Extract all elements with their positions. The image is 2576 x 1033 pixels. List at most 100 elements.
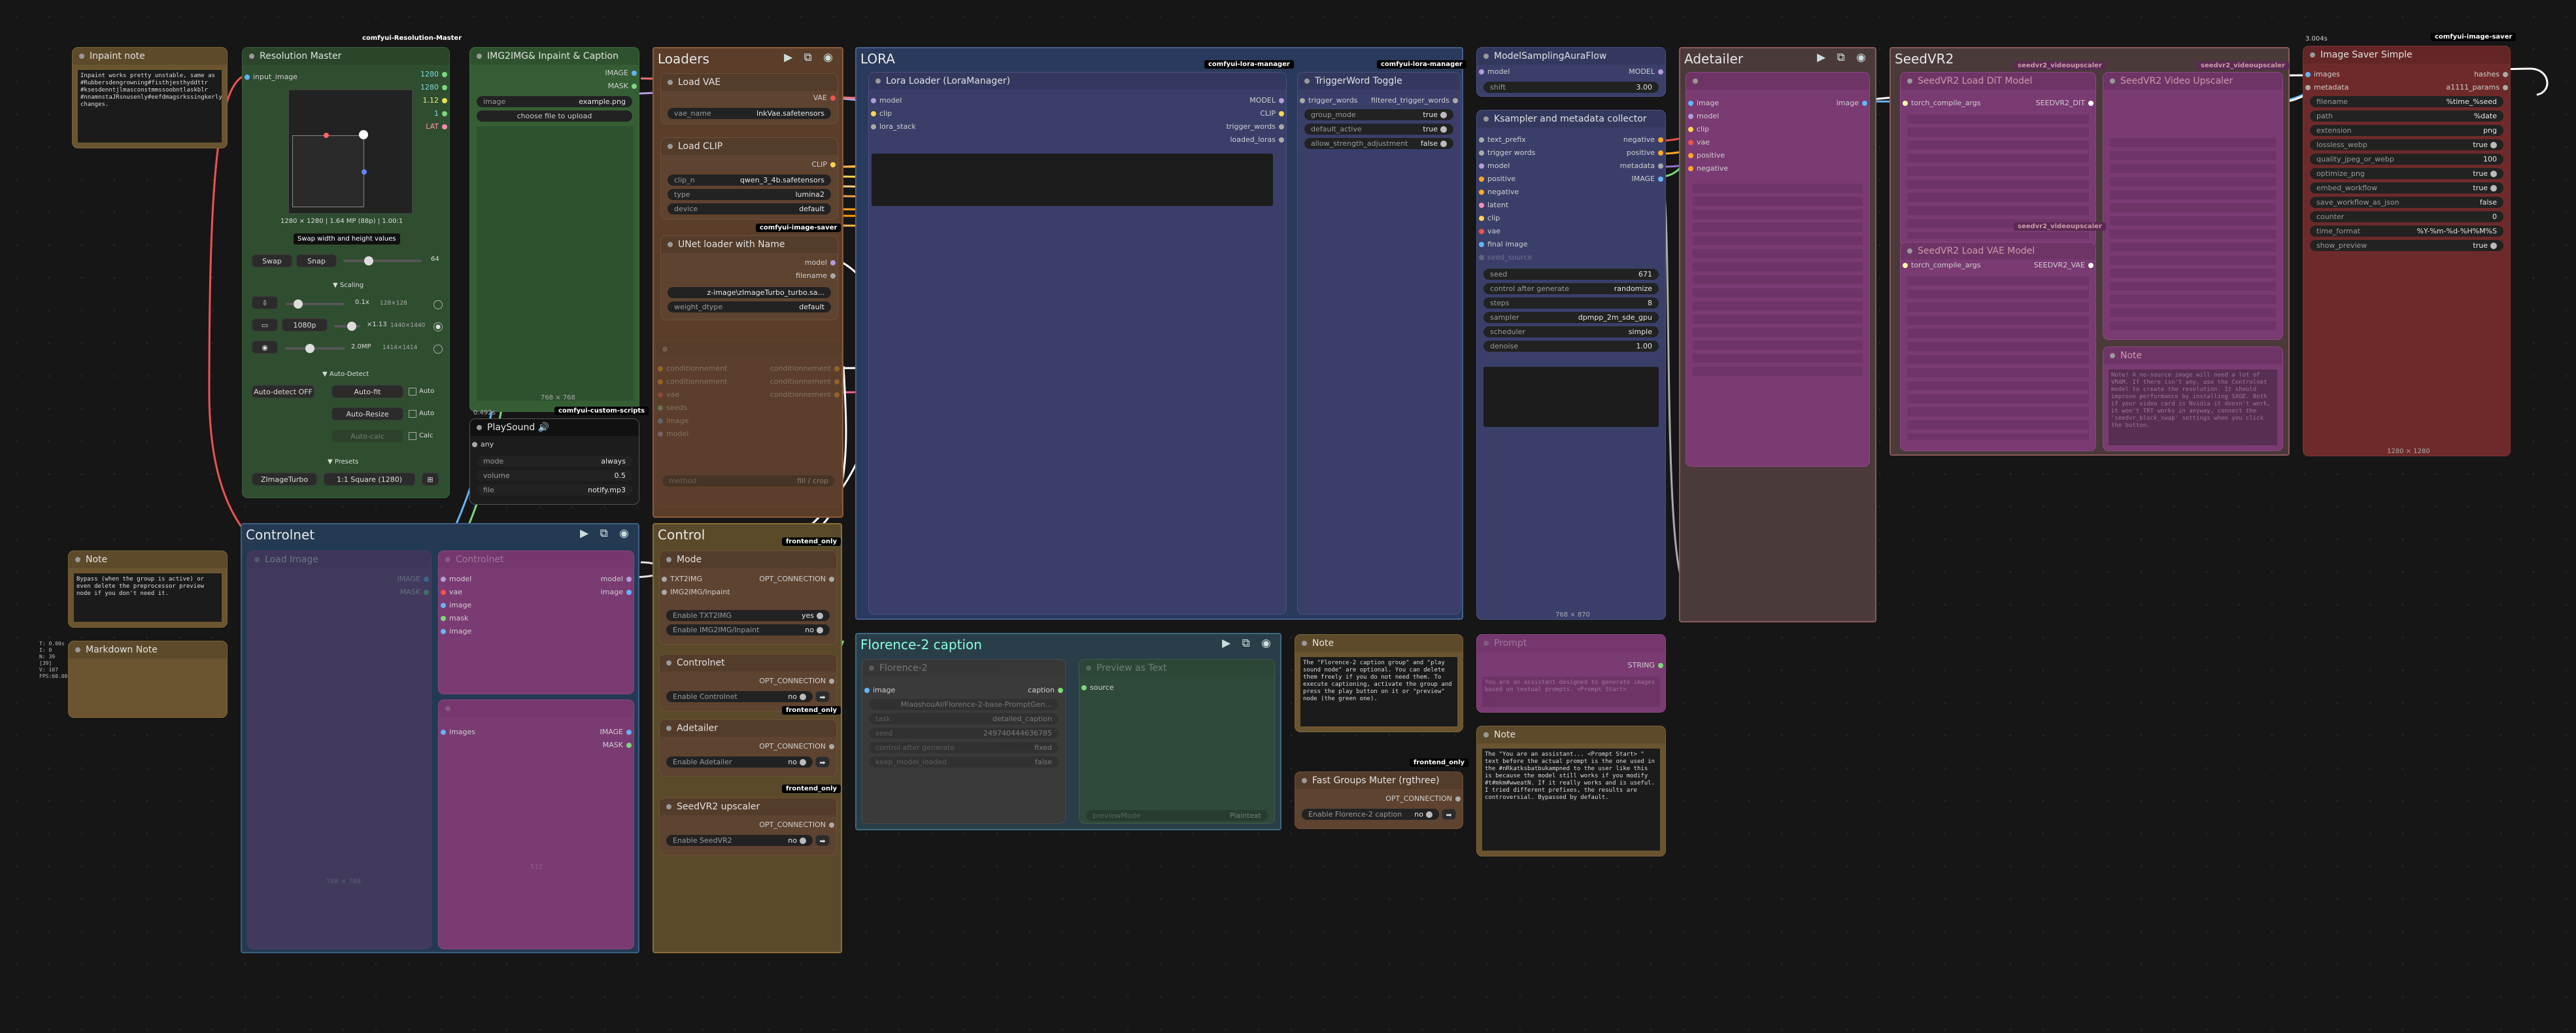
seedvr2-note-node[interactable]: Note Note! A no-source image will need a…	[2103, 347, 2283, 451]
preset-add-icon[interactable]: ⊞	[422, 473, 439, 486]
output-socket[interactable]: 1.12	[423, 96, 449, 105]
output-socket-filename[interactable]: filename	[796, 271, 836, 280]
input-socket[interactable]: torch_compile_args	[1902, 261, 1980, 270]
presets-header[interactable]: ▼ Presets	[328, 458, 358, 466]
output-socket[interactable]: SEEDVR2_DIT	[2036, 99, 2094, 108]
output-socket[interactable]: IMAGE	[1631, 175, 1664, 184]
input-socket-lora-stack[interactable]: lora_stack	[870, 122, 916, 131]
input-socket[interactable]: torch_compile_args	[1902, 99, 1980, 108]
mode-node[interactable]: Mode TXT2IMG IMG2IMG/Inpaint OPT_CONNECT…	[659, 550, 837, 645]
mode-select[interactable]: mode always	[477, 456, 632, 467]
output-socket-clip[interactable]: CLIP	[1260, 109, 1285, 118]
output-socket[interactable]: OPT_CONNECTION	[759, 742, 835, 751]
resolution-handle[interactable]	[359, 130, 368, 139]
ksampler-node[interactable]: Ksampler and metadata collector text_pre…	[1476, 110, 1666, 620]
swap-button[interactable]: Swap	[252, 254, 292, 267]
load-clip-node[interactable]: Load CLIP CLIP clip_n qwen_3_4b.safetenso…	[660, 137, 838, 220]
input-socket[interactable]: image	[440, 627, 471, 636]
output-socket[interactable]: IMAGE	[600, 728, 632, 737]
bypass-note-node[interactable]: Note Bypass (when the group is active) o…	[68, 550, 228, 628]
image-composite-node[interactable]: images IMAGE MASK 512	[438, 700, 634, 949]
auto1-checkbox[interactable]	[409, 388, 416, 396]
extension-select[interactable]: extension png	[2310, 125, 2503, 136]
output-socket-string[interactable]: STRING	[1628, 661, 1664, 670]
autodetect-header[interactable]: ▼ Auto-Detect	[322, 371, 369, 378]
control-after-generate-select[interactable]: control after generate randomize	[1483, 283, 1659, 294]
megapixel-slider[interactable]	[286, 344, 345, 353]
group-mode-toggle[interactable]: group_mode true	[1304, 109, 1453, 120]
group-controls-icon[interactable]: ▶ ⧉ ◉	[1817, 51, 1870, 64]
input-socket-image[interactable]: image	[864, 686, 895, 695]
resolution-master-node[interactable]: Resolution Master input_image 1280 1280 …	[242, 47, 450, 498]
output-socket-image[interactable]: IMAGE	[397, 575, 430, 584]
input-socket[interactable]: seeds	[657, 403, 687, 413]
input-socket[interactable]: text_prefix	[1478, 135, 1526, 144]
resolution-slider[interactable]	[334, 322, 360, 331]
snap-slider[interactable]	[343, 256, 422, 265]
note-text[interactable]: Bypass (when the group is active) or eve…	[74, 573, 222, 622]
seedvr2-upscaler-widgets[interactable]	[2110, 138, 2276, 334]
note-text[interactable]: The "Florence-2 caption group" and "play…	[1300, 657, 1457, 726]
unet-name-select[interactable]: z-image\zImageTurbo_turbo.sa...	[668, 287, 831, 298]
input-socket[interactable]: TXT2IMG	[661, 575, 702, 584]
controlnet-apply-node[interactable]: Controlnet model vae image mask image mo…	[438, 550, 634, 694]
output-socket-params[interactable]: a1111_params	[2446, 83, 2509, 92]
go-arrow-icon[interactable]: ➡	[1442, 809, 1456, 820]
seedvr2-dit-widgets[interactable]	[1907, 114, 2089, 239]
input-socket[interactable]: image	[1687, 99, 1719, 108]
output-socket-trigger[interactable]: trigger_words	[1227, 122, 1285, 131]
input-socket[interactable]: trigger words	[1478, 148, 1535, 158]
volume-input[interactable]: volume 0.5	[477, 470, 632, 481]
input-socket[interactable]: positive	[1687, 151, 1725, 160]
output-socket[interactable]: 1280	[420, 70, 448, 79]
adetailer-node[interactable]: image model clip vae positive negative i…	[1686, 72, 1870, 467]
seedvr2-upscaler-node[interactable]: SeedVR2 Video Upscaler	[2103, 72, 2283, 340]
type-select[interactable]: type lumina2	[668, 189, 831, 200]
florence-model-select[interactable]: MiaoshouAI/Florence-2-base-PromptGen...	[869, 699, 1059, 710]
scale-slider[interactable]	[286, 299, 345, 309]
filename-input[interactable]: filename %time_%seed	[2310, 96, 2503, 107]
output-socket-caption[interactable]: caption	[1028, 686, 1064, 695]
input-socket[interactable]: vae	[440, 588, 462, 597]
input-socket[interactable]: conditionnement	[657, 364, 727, 373]
steps-input[interactable]: steps 8	[1483, 297, 1659, 309]
lossless-webp-toggle[interactable]: lossless_webp true	[2310, 139, 2503, 150]
unet-loader-node[interactable]: UNet loader with Name model filename z-i…	[660, 235, 838, 320]
florence-seed-input[interactable]: seed 249740444636785	[869, 728, 1059, 739]
output-socket-clip[interactable]: CLIP	[811, 160, 836, 169]
output-socket-hashes[interactable]: hashes	[2474, 70, 2509, 79]
input-socket[interactable]: model	[1478, 161, 1510, 171]
output-socket-mask[interactable]: MASK	[400, 588, 430, 597]
input-socket-metadata[interactable]: metadata	[2305, 83, 2348, 92]
switch-node[interactable]: conditionnement conditionnement vae seed…	[655, 340, 842, 507]
output-socket-image[interactable]: image	[1837, 99, 1868, 108]
output-socket[interactable]: image	[601, 588, 632, 597]
default-active-toggle[interactable]: default_active true	[1304, 124, 1453, 135]
output-socket[interactable]: conditionnement	[770, 364, 840, 373]
autodetect-toggle[interactable]: Auto-detect OFF	[252, 385, 314, 398]
controlnet-switch-node[interactable]: Controlnet OPT_CONNECTION Enable Control…	[659, 654, 837, 711]
preset-select[interactable]: 1:1 Square (1280)	[324, 473, 415, 486]
scaling-header[interactable]: ▼ Scaling	[333, 282, 364, 289]
input-socket[interactable]: final image	[1478, 240, 1527, 249]
input-socket-model[interactable]: model	[870, 96, 902, 105]
output-socket[interactable]: 1280	[420, 83, 448, 92]
output-socket-model[interactable]: model	[805, 258, 836, 267]
save-json-toggle[interactable]: save_workflow_as_json false	[2310, 197, 2503, 208]
quality-input[interactable]: quality_jpeg_or_webp 100	[2310, 154, 2503, 165]
sampler-select[interactable]: sampler dpmpp_2m_sde_gpu	[1483, 312, 1659, 323]
input-socket[interactable]: image	[657, 416, 688, 426]
resolution-handle-width[interactable]	[324, 133, 329, 138]
prompt-node[interactable]: Prompt STRING You are an assistant desig…	[1476, 634, 1666, 713]
input-socket-model[interactable]: model	[1478, 67, 1510, 76]
output-socket[interactable]: model	[601, 575, 632, 584]
output-socket[interactable]: LAT	[426, 122, 448, 131]
optimize-png-toggle[interactable]: optimize_png true	[2310, 168, 2503, 179]
go-arrow-icon[interactable]: ➡	[815, 691, 830, 702]
snap-button[interactable]: Snap	[296, 254, 337, 267]
enable-seedvr2-toggle[interactable]: Enable SeedVR2 no	[666, 835, 813, 846]
note-text[interactable]: Inpaint works pretty unstable, same as #…	[78, 70, 222, 143]
preset-category-select[interactable]: ZImageTurbo	[252, 473, 317, 486]
method-select[interactable]: method fill / crop	[662, 475, 835, 486]
preview-mode-select[interactable]: previewMode Plaintext	[1086, 810, 1268, 821]
